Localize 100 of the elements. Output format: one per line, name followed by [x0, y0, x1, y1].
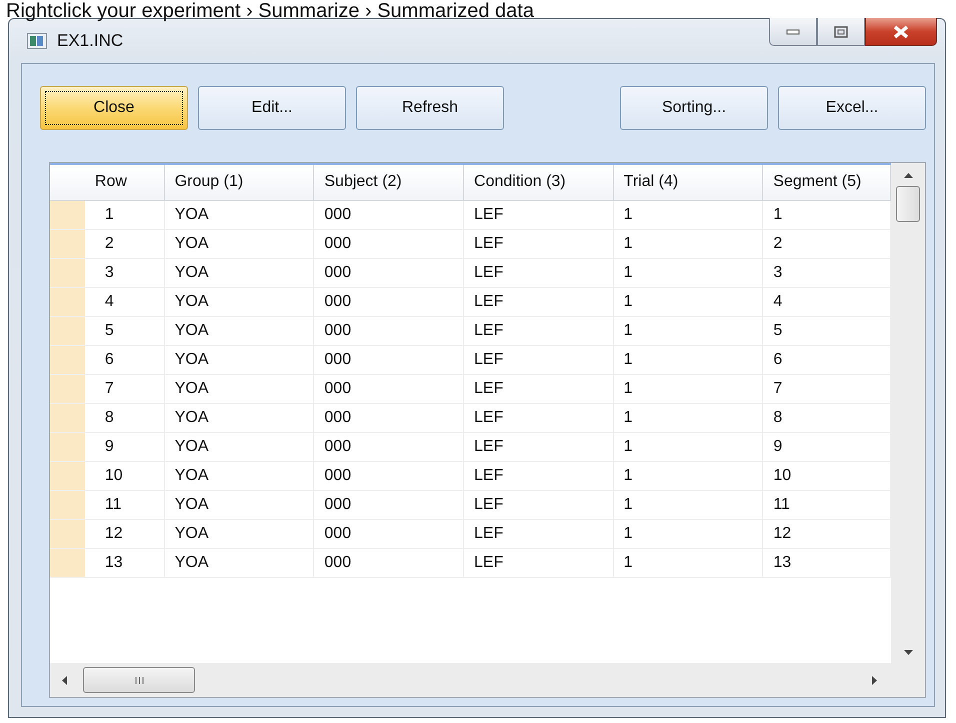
- grip-icon: [134, 676, 144, 684]
- table-cell: 4: [84, 288, 165, 317]
- scroll-thumb[interactable]: [896, 186, 920, 222]
- table-cell: 9: [84, 433, 165, 462]
- window-title: EX1.INC: [57, 31, 124, 51]
- row-header[interactable]: [50, 346, 85, 375]
- close-icon: [892, 24, 910, 38]
- table-cell: YOA: [164, 375, 314, 404]
- table-cell: YOA: [164, 549, 314, 578]
- row-header[interactable]: [50, 404, 85, 433]
- table-cell: LEF: [464, 520, 614, 549]
- table-cell: LEF: [464, 549, 614, 578]
- table-cell: 000: [314, 259, 464, 288]
- table-cell: 1: [614, 375, 764, 404]
- column-header[interactable]: Trial (4): [614, 165, 764, 200]
- table-cell: 1: [614, 520, 764, 549]
- table-cell: YOA: [164, 288, 314, 317]
- scroll-down-icon[interactable]: [904, 650, 912, 655]
- table-cell: YOA: [164, 491, 314, 520]
- table-cell: 000: [314, 230, 464, 259]
- table-cell: LEF: [464, 462, 614, 491]
- scroll-thumb[interactable]: [83, 667, 195, 693]
- maximize-button[interactable]: [817, 18, 865, 46]
- table-cell: 000: [314, 346, 464, 375]
- table-cell: LEF: [464, 230, 614, 259]
- dialog-button[interactable]: Refresh: [356, 86, 504, 130]
- table-cell: 1: [614, 230, 764, 259]
- table-cell: 3: [84, 259, 165, 288]
- table-cell: 1: [614, 433, 764, 462]
- horizontal-scrollbar[interactable]: [50, 663, 925, 697]
- table-cell: 000: [314, 433, 464, 462]
- row-header[interactable]: [50, 520, 85, 549]
- column-header[interactable]: Subject (2): [314, 165, 464, 200]
- caption-text: Rightclick your experiment › Summarize › Summarized data: [5, 0, 535, 22]
- table-cell: 2: [84, 230, 165, 259]
- table-cell: 1: [614, 346, 764, 375]
- table-cell: 000: [314, 288, 464, 317]
- table-cell: LEF: [464, 346, 614, 375]
- column-header[interactable]: Condition (3): [464, 165, 614, 200]
- table-cell: 1: [614, 462, 764, 491]
- table-cell: YOA: [164, 317, 314, 346]
- table-cell: 1: [84, 201, 165, 230]
- table-cell: 000: [314, 317, 464, 346]
- table-cell: LEF: [464, 404, 614, 433]
- row-header[interactable]: [50, 549, 85, 578]
- dialog-button[interactable]: Edit...: [198, 86, 346, 130]
- table-cell: 000: [314, 491, 464, 520]
- table-cell: YOA: [164, 404, 314, 433]
- table-cell: 1: [614, 288, 764, 317]
- minimize-icon: [786, 28, 800, 34]
- table-cell: 000: [314, 549, 464, 578]
- table-cell: LEF: [464, 491, 614, 520]
- table-cell: YOA: [164, 230, 314, 259]
- maximize-icon: [834, 26, 848, 38]
- row-header[interactable]: [50, 317, 85, 346]
- minimize-button[interactable]: [769, 18, 817, 46]
- table-cell: 1: [614, 549, 764, 578]
- table-cell: 13: [84, 549, 165, 578]
- table-cell: 12: [84, 520, 165, 549]
- row-header[interactable]: [50, 462, 85, 491]
- table-cell: 11: [84, 491, 165, 520]
- scroll-right-icon[interactable]: [872, 676, 877, 684]
- table-cell: LEF: [464, 317, 614, 346]
- table-cell: 1: [614, 491, 764, 520]
- row-header[interactable]: [50, 433, 85, 462]
- table-cell: 1: [614, 317, 764, 346]
- column-header[interactable]: Group (1): [164, 165, 314, 200]
- table-cell: YOA: [164, 520, 314, 549]
- table-cell: 6: [84, 346, 165, 375]
- table-cell: 5: [84, 317, 165, 346]
- close-button[interactable]: [865, 18, 937, 46]
- dialog-button[interactable]: Excel...: [778, 86, 926, 130]
- table-cell: YOA: [164, 201, 314, 230]
- row-header[interactable]: [50, 259, 85, 288]
- table-cell: 10: [84, 462, 165, 491]
- dialog-button[interactable]: Close: [40, 86, 188, 130]
- scroll-up-icon[interactable]: [904, 173, 912, 178]
- column-header[interactable]: Row: [84, 165, 165, 200]
- row-header[interactable]: [50, 375, 85, 404]
- table-cell: 000: [314, 375, 464, 404]
- table-cell: LEF: [464, 433, 614, 462]
- table-cell: YOA: [164, 259, 314, 288]
- row-header[interactable]: [50, 288, 85, 317]
- scroll-left-icon[interactable]: [62, 676, 67, 684]
- table-cell: YOA: [164, 433, 314, 462]
- vertical-scrollbar[interactable]: [891, 163, 925, 663]
- table-cell: YOA: [164, 346, 314, 375]
- table-cell: 1: [614, 404, 764, 433]
- table-cell: YOA: [164, 462, 314, 491]
- dialog-button[interactable]: Sorting...: [620, 86, 768, 130]
- app-icon: [27, 33, 47, 49]
- table-cell: LEF: [464, 288, 614, 317]
- row-header[interactable]: [50, 201, 85, 230]
- table-cell: LEF: [464, 375, 614, 404]
- table-cell: 8: [84, 404, 165, 433]
- table-cell: 000: [314, 462, 464, 491]
- table-cell: 1: [614, 259, 764, 288]
- table-cell: 000: [314, 404, 464, 433]
- row-header[interactable]: [50, 491, 85, 520]
- row-header[interactable]: [50, 230, 85, 259]
